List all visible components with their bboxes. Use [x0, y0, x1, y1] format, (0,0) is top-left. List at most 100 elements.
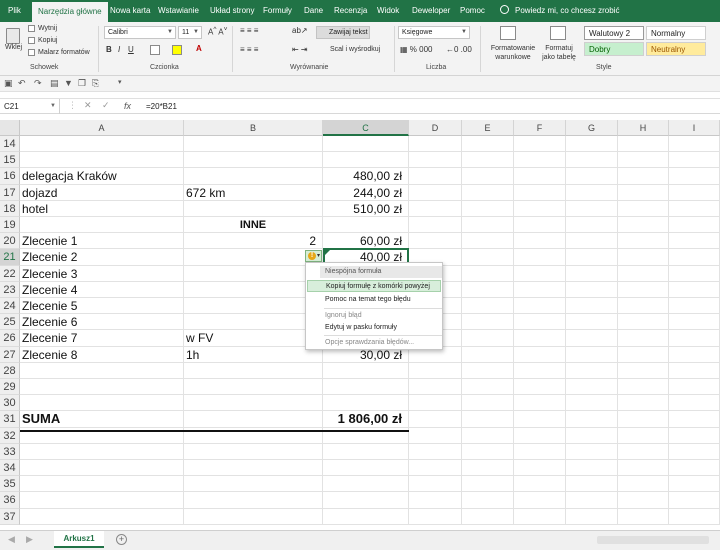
cell[interactable] [462, 427, 514, 444]
cell[interactable] [514, 168, 566, 185]
cell[interactable] [462, 330, 514, 347]
row-header[interactable]: 35 [0, 476, 20, 493]
cell[interactable] [20, 362, 184, 379]
cell[interactable]: dojazd [20, 184, 184, 201]
tab-data[interactable]: Dane [304, 0, 323, 22]
cell[interactable] [462, 508, 514, 525]
cell[interactable] [462, 411, 514, 428]
row-header[interactable]: 22 [0, 265, 20, 282]
cell[interactable] [514, 330, 566, 347]
copy-button[interactable]: Kopiuj [38, 37, 57, 44]
name-box[interactable]: C21 ▼ [0, 99, 60, 114]
cell[interactable] [323, 492, 409, 509]
cell[interactable] [669, 330, 720, 347]
tab-home[interactable]: Narzędzia główne [32, 2, 108, 22]
cell[interactable] [409, 443, 462, 460]
cell[interactable]: Zlecenie 4 [20, 281, 184, 298]
paste-icon[interactable] [6, 28, 20, 44]
cell[interactable] [669, 427, 720, 444]
cell[interactable] [618, 136, 669, 153]
cell[interactable] [323, 379, 409, 396]
cell[interactable] [514, 200, 566, 217]
cell[interactable] [514, 233, 566, 250]
tab-file[interactable]: Plik [8, 0, 21, 22]
cell[interactable] [409, 136, 462, 153]
quick-print-icon[interactable]: ▤ [50, 78, 59, 89]
cell[interactable] [566, 314, 618, 331]
column-header-g[interactable]: G [566, 120, 618, 136]
cell[interactable] [409, 200, 462, 217]
cell[interactable] [514, 362, 566, 379]
sheet-tab-arkusz1[interactable]: Arkusz1 [54, 531, 104, 548]
cell[interactable] [618, 265, 669, 282]
cell[interactable] [184, 136, 323, 153]
cell[interactable] [669, 492, 720, 509]
cell[interactable] [566, 265, 618, 282]
row-header[interactable]: 27 [0, 346, 20, 363]
cell[interactable]: 60,00 zł [323, 233, 409, 250]
cell[interactable] [462, 314, 514, 331]
cell[interactable]: 480,00 zł [323, 168, 409, 185]
cell[interactable] [323, 443, 409, 460]
cell[interactable] [462, 265, 514, 282]
format-as-table-button[interactable]: Formatuj jako tabelę [538, 44, 580, 62]
cell[interactable] [184, 362, 323, 379]
row-header[interactable]: 34 [0, 460, 20, 477]
style-neutralny[interactable]: Neutralny [646, 42, 706, 56]
cell[interactable] [566, 508, 618, 525]
cell[interactable] [409, 395, 462, 412]
menu-item-ignore[interactable]: Ignoruj błąd [307, 310, 441, 322]
cell[interactable] [409, 427, 462, 444]
cell[interactable] [669, 298, 720, 315]
cell[interactable] [184, 508, 323, 525]
cell[interactable] [669, 136, 720, 153]
cell[interactable] [514, 314, 566, 331]
indent-icon[interactable]: ⇤ ⇥ [292, 45, 308, 54]
cell[interactable] [618, 314, 669, 331]
cell[interactable] [409, 362, 462, 379]
add-sheet-icon[interactable]: + [116, 534, 127, 545]
cell[interactable] [184, 298, 323, 315]
cell[interactable] [462, 346, 514, 363]
prev-sheet-icon[interactable]: ◀ [8, 534, 15, 545]
cell[interactable]: Zlecenie 7 [20, 330, 184, 347]
cell[interactable] [323, 508, 409, 525]
cell[interactable] [618, 411, 669, 428]
cell[interactable]: Zlecenie 6 [20, 314, 184, 331]
cell[interactable] [566, 298, 618, 315]
cell[interactable] [566, 362, 618, 379]
column-header-a[interactable]: A [20, 120, 184, 136]
cell[interactable] [184, 168, 323, 185]
cell[interactable]: 672 km [184, 184, 323, 201]
cell[interactable] [514, 443, 566, 460]
cell[interactable] [514, 281, 566, 298]
format-painter-button[interactable]: Malarz formatów [38, 49, 90, 56]
cell[interactable]: 1 806,00 zł [323, 411, 409, 428]
row-header[interactable]: 16 [0, 168, 20, 185]
cell[interactable] [618, 184, 669, 201]
italic-button[interactable]: I [118, 45, 120, 54]
cell[interactable] [20, 476, 184, 493]
cell[interactable] [514, 492, 566, 509]
cell[interactable] [184, 411, 323, 428]
number-format-select[interactable]: Księgowe ▼ [398, 26, 470, 39]
cell[interactable] [20, 217, 184, 234]
cell[interactable] [566, 281, 618, 298]
cell[interactable] [618, 492, 669, 509]
cell[interactable] [566, 200, 618, 217]
cell[interactable] [514, 265, 566, 282]
cell[interactable] [514, 395, 566, 412]
cell[interactable] [409, 184, 462, 201]
cell[interactable] [323, 362, 409, 379]
undo-icon[interactable]: ↶ [18, 78, 26, 89]
cell[interactable] [462, 443, 514, 460]
row-header[interactable]: 26 [0, 330, 20, 347]
decimal-icon[interactable]: ←0 .00 [446, 45, 472, 54]
cell[interactable] [669, 460, 720, 477]
cell[interactable] [618, 443, 669, 460]
save-icon[interactable]: ▣ [4, 78, 13, 89]
cell[interactable] [566, 330, 618, 347]
cell[interactable] [20, 443, 184, 460]
tab-page-layout[interactable]: Układ strony [210, 0, 254, 22]
customize-qat-icon[interactable]: ▾ [118, 78, 122, 86]
